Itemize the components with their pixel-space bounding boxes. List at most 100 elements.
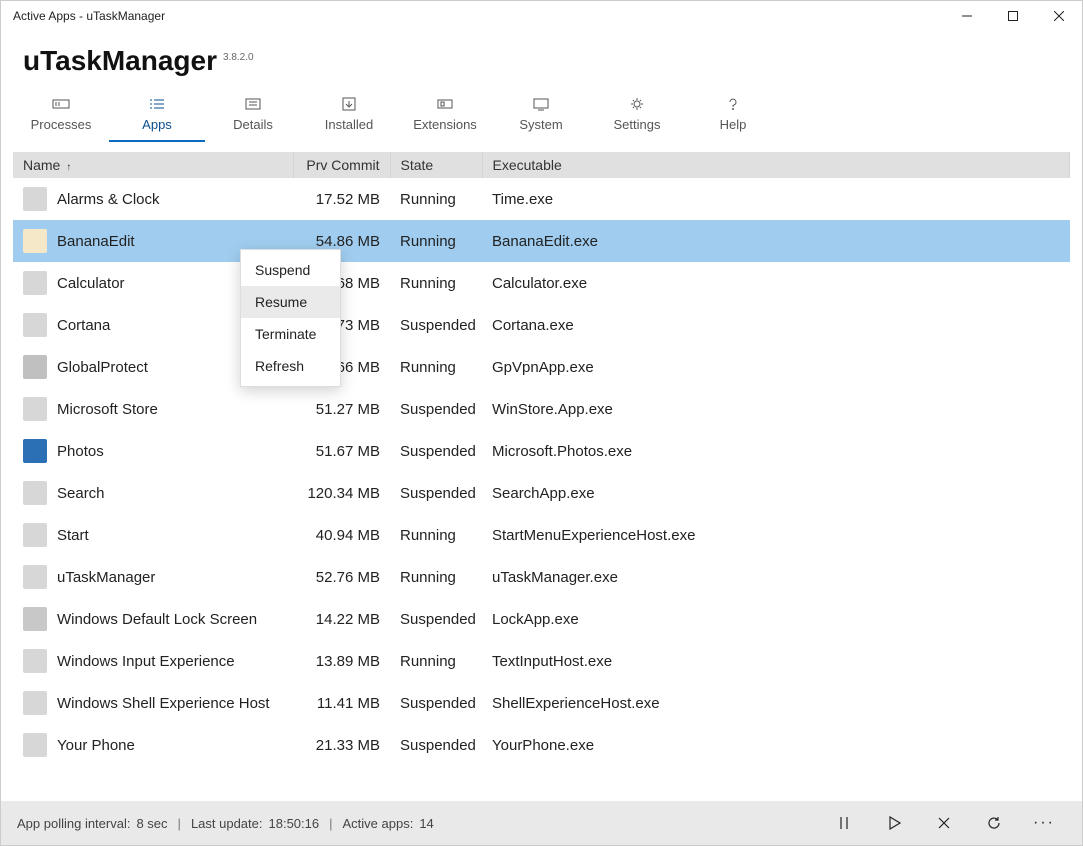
table-row[interactable]: Windows Default Lock Screen14.22 MBSuspe… <box>13 598 1070 640</box>
app-name: Windows Shell Experience Host <box>57 695 270 712</box>
pause-button[interactable] <box>822 807 866 839</box>
app-state: Running <box>400 653 456 670</box>
app-prv-commit: 11.41 MB <box>317 695 380 712</box>
tab-details[interactable]: Details <box>205 91 301 142</box>
table-row[interactable]: Calculator1.68 MBRunningCalculator.exe <box>13 262 1070 304</box>
app-prv-commit: 51.27 MB <box>316 401 380 418</box>
tab-icon <box>532 97 550 111</box>
app-icon <box>23 691 47 715</box>
table-row[interactable]: BananaEdit54.86 MBRunningBananaEdit.exe <box>13 220 1070 262</box>
app-icon <box>23 523 47 547</box>
stop-button[interactable] <box>922 807 966 839</box>
status-separator: | <box>178 816 181 831</box>
col-header-prv-commit[interactable]: Prv Commit <box>293 152 390 178</box>
table-row[interactable]: Your Phone21.33 MBSuspendedYourPhone.exe <box>13 724 1070 766</box>
app-icon <box>23 607 47 631</box>
app-state: Suspended <box>400 317 476 334</box>
app-icon <box>23 313 47 337</box>
app-state: Suspended <box>400 695 476 712</box>
tab-help[interactable]: Help <box>685 91 781 142</box>
tab-system[interactable]: System <box>493 91 589 142</box>
table-row[interactable]: Search120.34 MBSuspendedSearchApp.exe <box>13 472 1070 514</box>
tab-icon <box>340 97 358 111</box>
table-row[interactable]: Alarms & Clock17.52 MBRunningTime.exe <box>13 178 1070 220</box>
tab-icon <box>148 97 166 111</box>
app-prv-commit: 17.52 MB <box>316 191 380 208</box>
app-executable: BananaEdit.exe <box>492 233 598 250</box>
app-icon <box>23 439 47 463</box>
context-menu-item-resume[interactable]: Resume <box>241 286 340 318</box>
app-name: Photos <box>57 443 104 460</box>
table-row[interactable]: Cortana3.73 MBSuspendedCortana.exe <box>13 304 1070 346</box>
context-menu-item-refresh[interactable]: Refresh <box>241 350 340 382</box>
col-header-state[interactable]: State <box>390 152 482 178</box>
app-name: uTaskManager <box>57 569 155 586</box>
app-icon <box>23 187 47 211</box>
table-header-row: Name ↑ Prv Commit State Executable <box>13 152 1070 178</box>
app-name: Cortana <box>57 317 110 334</box>
sort-indicator-icon: ↑ <box>66 162 71 173</box>
header: uTaskManager 3.8.2.0 <box>1 31 1082 83</box>
more-button[interactable]: ··· <box>1022 807 1066 839</box>
app-name: Search <box>57 485 105 502</box>
refresh-button[interactable] <box>972 807 1016 839</box>
col-header-name-label: Name <box>23 157 60 173</box>
maximize-button[interactable] <box>990 1 1036 31</box>
play-button[interactable] <box>872 807 916 839</box>
tab-icon <box>628 97 646 111</box>
table-row[interactable]: Windows Shell Experience Host 11.41 MB Sus… <box>13 682 1070 724</box>
tab-extensions[interactable]: Extensions <box>397 91 493 142</box>
col-header-executable[interactable]: Executable <box>482 152 1070 178</box>
table-row[interactable]: uTaskManager 52.76 MB Running uTaskManager.… <box>13 556 1070 598</box>
app-executable: uTaskManager.exe <box>492 569 618 586</box>
app-icon <box>23 649 47 673</box>
app-state: Running <box>400 233 456 250</box>
app-title: uTaskManager <box>23 45 217 77</box>
close-button[interactable] <box>1036 1 1082 31</box>
minimize-button[interactable] <box>944 1 990 31</box>
table-row[interactable]: Windows Input Experience13.89 MBRunningT… <box>13 640 1070 682</box>
app-state: Suspended <box>400 737 476 754</box>
apps-table: Name ↑ Prv Commit State Executable Alarm… <box>13 152 1070 766</box>
app-executable: StartMenuExperienceHost.exe <box>492 527 695 544</box>
app-executable: YourPhone.exe <box>492 737 594 754</box>
app-executable: Calculator.exe <box>492 275 587 292</box>
tab-processes[interactable]: Processes <box>13 91 109 142</box>
tab-label: Details <box>233 117 273 132</box>
app-state: Suspended <box>400 611 476 628</box>
more-icon: ··· <box>1033 814 1055 832</box>
tab-settings[interactable]: Settings <box>589 91 685 142</box>
app-prv-commit: 52.76 MB <box>316 569 380 586</box>
app-state: Suspended <box>400 443 476 460</box>
app-executable: Cortana.exe <box>492 317 574 334</box>
app-name: BananaEdit <box>57 233 135 250</box>
app-window: Active Apps - uTaskManager uTaskManager … <box>0 0 1083 846</box>
table-row[interactable]: Start40.94 MBRunningStartMenuExperienceH… <box>13 514 1070 556</box>
tab-label: Processes <box>31 117 92 132</box>
table-row[interactable]: Microsoft Store51.27 MBSuspendedWinStore… <box>13 388 1070 430</box>
status-polling-label: App polling interval: <box>17 816 130 831</box>
app-state: Running <box>400 569 456 586</box>
app-icon <box>23 397 47 421</box>
app-state: Running <box>400 275 456 292</box>
content-area: Name ↑ Prv Commit State Executable Alarm… <box>1 152 1082 801</box>
app-name: Calculator <box>57 275 125 292</box>
table-row[interactable]: GlobalProtect4.66 MBRunningGpVpnApp.exe <box>13 346 1070 388</box>
app-name: Start <box>57 527 89 544</box>
tab-apps[interactable]: Apps <box>109 91 205 142</box>
app-name: GlobalProtect <box>57 359 148 376</box>
tab-label: System <box>519 117 562 132</box>
app-name: Microsoft Store <box>57 401 158 418</box>
status-bar: App polling interval: 8 sec | Last updat… <box>1 801 1082 845</box>
col-header-name[interactable]: Name ↑ <box>13 152 293 178</box>
context-menu-item-terminate[interactable]: Terminate <box>241 318 340 350</box>
app-prv-commit: 21.33 MB <box>316 737 380 754</box>
app-state: Suspended <box>400 485 476 502</box>
app-prv-commit: 13.89 MB <box>316 653 380 670</box>
tab-label: Extensions <box>413 117 477 132</box>
app-icon <box>23 229 47 253</box>
tab-installed[interactable]: Installed <box>301 91 397 142</box>
context-menu-item-suspend[interactable]: Suspend <box>241 254 340 286</box>
table-row[interactable]: Photos51.67 MBSuspendedMicrosoft.Photos.… <box>13 430 1070 472</box>
app-icon <box>23 355 47 379</box>
